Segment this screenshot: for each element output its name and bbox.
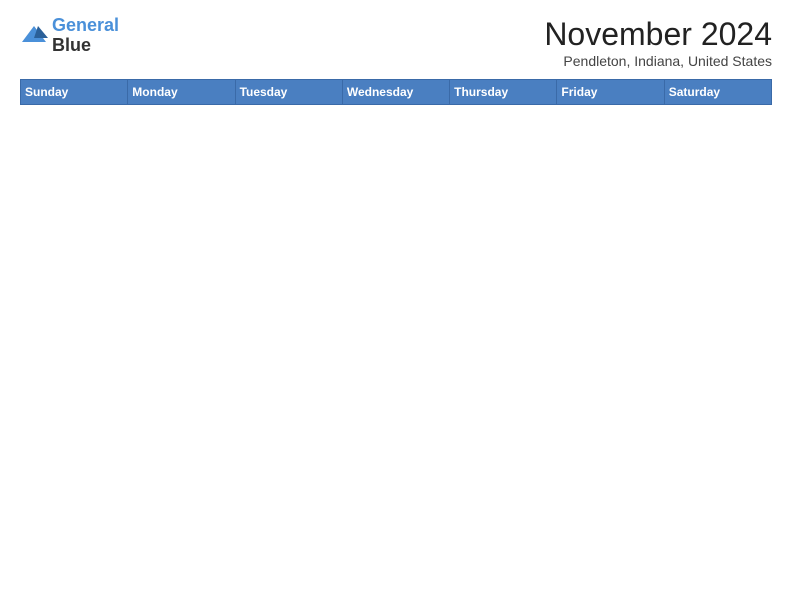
calendar-table: SundayMondayTuesdayWednesdayThursdayFrid…	[20, 79, 772, 105]
logo: General Blue	[20, 16, 119, 56]
month-title: November 2024	[544, 16, 772, 53]
header-tuesday: Tuesday	[235, 80, 342, 105]
title-block: November 2024 Pendleton, Indiana, United…	[544, 16, 772, 69]
header: General Blue November 2024 Pendleton, In…	[20, 16, 772, 69]
header-sunday: Sunday	[21, 80, 128, 105]
header-monday: Monday	[128, 80, 235, 105]
page: General Blue November 2024 Pendleton, In…	[0, 0, 792, 115]
logo-icon	[20, 22, 48, 50]
header-wednesday: Wednesday	[342, 80, 449, 105]
header-row: SundayMondayTuesdayWednesdayThursdayFrid…	[21, 80, 772, 105]
header-thursday: Thursday	[450, 80, 557, 105]
header-friday: Friday	[557, 80, 664, 105]
logo-text: General Blue	[52, 16, 119, 56]
location: Pendleton, Indiana, United States	[544, 53, 772, 69]
header-saturday: Saturday	[664, 80, 771, 105]
